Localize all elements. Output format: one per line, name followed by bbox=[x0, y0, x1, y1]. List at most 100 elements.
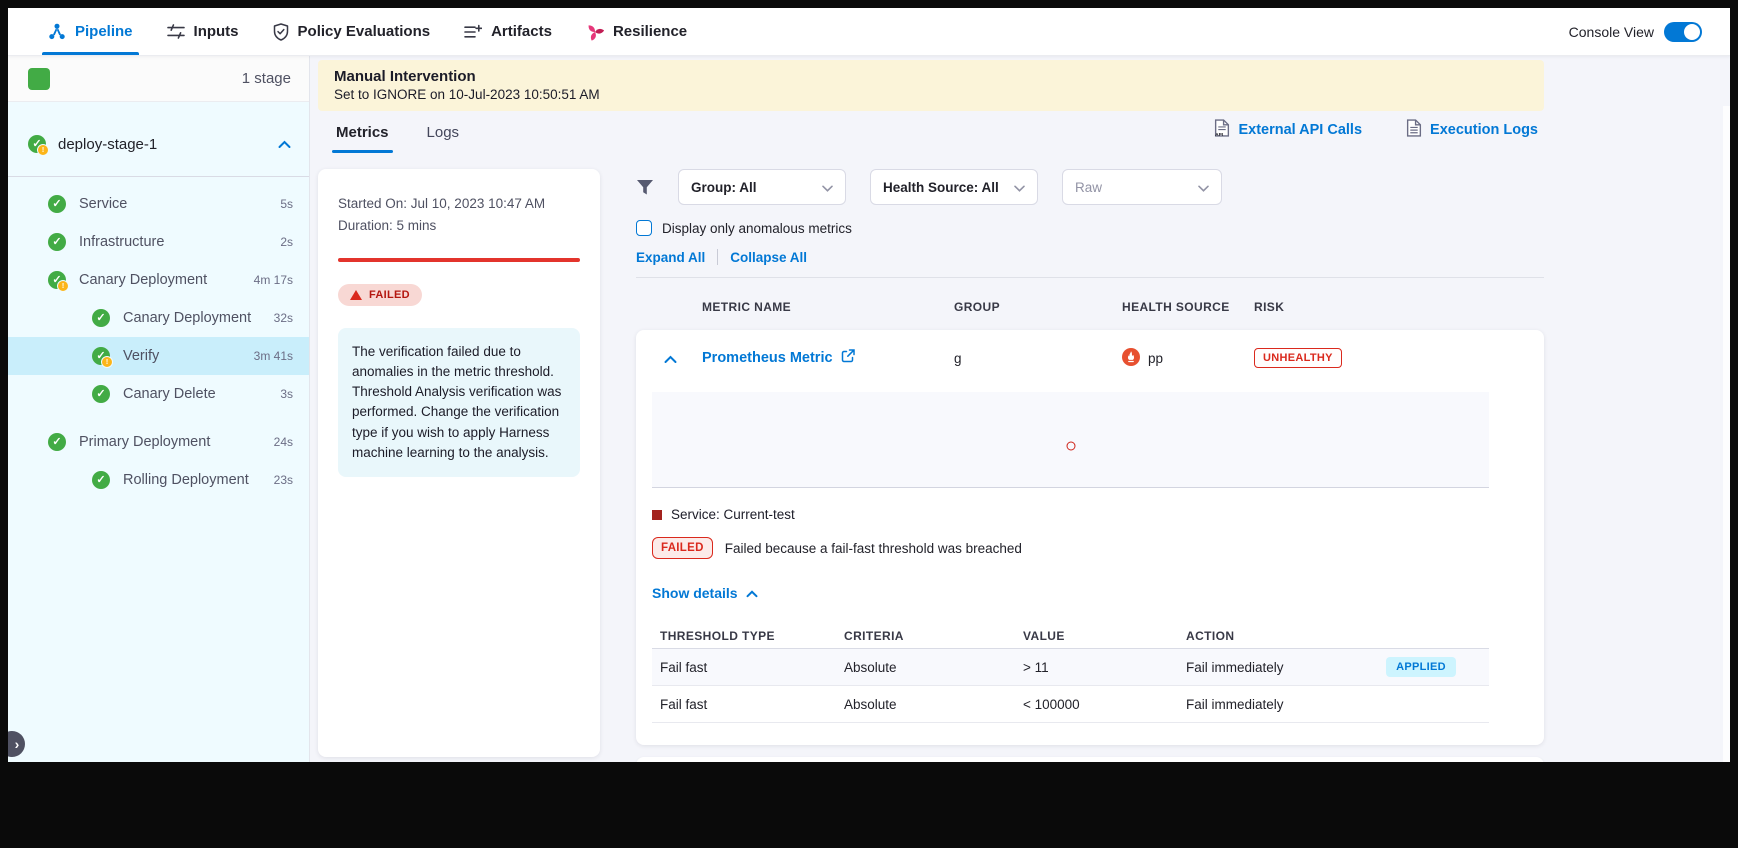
tab-inputs[interactable]: Inputs bbox=[167, 8, 239, 55]
execution-nav-tabs: Pipeline Inputs Policy Evaluations Artif… bbox=[48, 8, 687, 55]
stage-count-label: 1 stage bbox=[242, 70, 291, 87]
step-label: Service bbox=[79, 196, 127, 212]
app-window: Pipeline Inputs Policy Evaluations Artif… bbox=[8, 8, 1730, 762]
filter-row: Group: All Health Source: All bbox=[636, 169, 1544, 205]
started-on-label: Started On: Jul 10, 2023 10:47 AM bbox=[338, 193, 580, 215]
verification-message: The verification failed due to anomalies… bbox=[338, 328, 580, 478]
step-status-icon bbox=[92, 385, 110, 403]
manual-intervention-banner: Manual Intervention Set to IGNORE on 10-… bbox=[318, 60, 1544, 111]
stage-status-square[interactable] bbox=[28, 68, 50, 90]
collapse-all-link[interactable]: Collapse All bbox=[730, 250, 807, 265]
step-primary-deployment[interactable]: Primary Deployment 24s bbox=[8, 423, 309, 461]
step-label: Canary Deployment bbox=[79, 272, 207, 288]
chevron-up-icon[interactable] bbox=[278, 136, 291, 153]
tab-metrics[interactable]: Metrics bbox=[332, 124, 393, 153]
top-navigation-bar: Pipeline Inputs Policy Evaluations Artif… bbox=[8, 8, 1730, 56]
metric-detail: Service: Current-test FAILED Failed beca… bbox=[652, 392, 1489, 723]
step-canary-delete[interactable]: Canary Delete 3s bbox=[8, 375, 309, 413]
chevron-down-icon bbox=[1198, 180, 1209, 195]
execution-sidebar: 1 stage deploy-stage-1 Service 5s Infras bbox=[8, 56, 310, 762]
external-link-icon bbox=[841, 349, 855, 367]
vertical-scrollbar-track[interactable] bbox=[1723, 106, 1730, 762]
list-plus-icon bbox=[464, 24, 482, 40]
panel-divider bbox=[636, 277, 1544, 278]
failed-progress-bar bbox=[338, 258, 580, 262]
tab-policy-evaluations[interactable]: Policy Evaluations bbox=[273, 8, 431, 55]
step-status-icon bbox=[92, 347, 110, 365]
prometheus-icon bbox=[1122, 348, 1140, 369]
step-label: Primary Deployment bbox=[79, 434, 210, 450]
external-api-calls-link[interactable]: API External API Calls bbox=[1214, 119, 1362, 153]
chaos-resilience-icon bbox=[586, 23, 604, 41]
svg-text:API: API bbox=[1216, 132, 1225, 137]
tab-label: Policy Evaluations bbox=[298, 23, 431, 40]
step-canary-deployment[interactable]: Canary Deployment 32s bbox=[8, 299, 309, 337]
step-infrastructure[interactable]: Infrastructure 2s bbox=[8, 223, 309, 261]
vertical-divider bbox=[717, 249, 718, 265]
chevron-up-icon bbox=[746, 585, 758, 601]
anomalous-filter-row: Display only anomalous metrics bbox=[636, 220, 1544, 236]
metric-card-prometheus: Prometheus Metric g bbox=[636, 330, 1544, 745]
verification-summary-card: Started On: Jul 10, 2023 10:47 AM Durati… bbox=[318, 169, 600, 757]
console-view-toggle[interactable] bbox=[1664, 22, 1702, 42]
step-list: Service 5s Infrastructure 2s Canary Depl… bbox=[8, 185, 309, 499]
step-service[interactable]: Service 5s bbox=[8, 185, 309, 223]
stage-status-icon bbox=[28, 135, 46, 153]
filter-funnel-icon[interactable] bbox=[636, 179, 654, 196]
next-metric-card-partial bbox=[636, 757, 1544, 762]
chart-legend: Service: Current-test bbox=[652, 507, 1489, 522]
threshold-row: Fail fast Absolute > 11 Fail immediately… bbox=[652, 649, 1489, 686]
step-duration: 2s bbox=[280, 235, 293, 249]
tab-logs[interactable]: Logs bbox=[423, 124, 464, 153]
console-view-label: Console View bbox=[1569, 24, 1654, 40]
step-label: Canary Delete bbox=[123, 386, 216, 402]
tab-label: Inputs bbox=[194, 23, 239, 40]
tab-resilience[interactable]: Resilience bbox=[586, 8, 687, 55]
sidebar-collapse-button[interactable]: › bbox=[8, 731, 25, 757]
step-label: Canary Deployment bbox=[123, 310, 251, 326]
execution-logs-link[interactable]: Execution Logs bbox=[1406, 119, 1538, 153]
tab-label: Artifacts bbox=[491, 23, 552, 40]
chevron-down-icon bbox=[822, 180, 833, 195]
failed-outline-badge: FAILED bbox=[652, 537, 713, 559]
stage-name: deploy-stage-1 bbox=[58, 136, 157, 153]
inputs-icon bbox=[167, 24, 185, 39]
shield-check-icon bbox=[273, 23, 289, 41]
chevron-down-icon bbox=[1014, 180, 1025, 195]
sidebar-divider bbox=[8, 176, 309, 177]
threshold-table-header: THRESHOLD TYPE CRITERIA VALUE ACTION bbox=[652, 623, 1489, 649]
legend-label: Service: Current-test bbox=[671, 507, 795, 522]
anomalous-checkbox-label: Display only anomalous metrics bbox=[662, 221, 852, 236]
step-duration: 23s bbox=[274, 473, 293, 487]
step-canary-deployment-group[interactable]: Canary Deployment 4m 17s bbox=[8, 261, 309, 299]
metric-name-link[interactable]: Prometheus Metric bbox=[702, 349, 954, 367]
anomalous-data-point-marker[interactable] bbox=[1066, 442, 1075, 451]
metric-chart bbox=[652, 392, 1489, 488]
document-icon bbox=[1406, 119, 1422, 141]
step-duration: 4m 17s bbox=[254, 273, 293, 287]
warning-triangle-icon bbox=[350, 290, 362, 300]
group-filter-dropdown[interactable]: Group: All bbox=[678, 169, 846, 205]
health-source-filter-dropdown[interactable]: Health Source: All bbox=[870, 169, 1038, 205]
metrics-logs-tabbar: Metrics Logs API External API Calls Exec… bbox=[318, 111, 1544, 153]
main-content: Manual Intervention Set to IGNORE on 10-… bbox=[310, 56, 1730, 762]
tab-artifacts[interactable]: Artifacts bbox=[464, 8, 552, 55]
metrics-panel: Group: All Health Source: All bbox=[636, 169, 1544, 762]
step-duration: 3s bbox=[280, 387, 293, 401]
toggle-knob bbox=[1684, 24, 1700, 40]
tab-pipeline[interactable]: Pipeline bbox=[48, 8, 133, 55]
step-label: Rolling Deployment bbox=[123, 472, 249, 488]
anomalous-metrics-checkbox[interactable] bbox=[636, 220, 652, 236]
risk-badge-unhealthy: UNHEALTHY bbox=[1254, 348, 1342, 368]
api-document-icon: API bbox=[1214, 119, 1230, 141]
expand-all-link[interactable]: Expand All bbox=[636, 250, 705, 265]
chevron-up-icon[interactable] bbox=[664, 351, 677, 369]
step-verify[interactable]: Verify 3m 41s bbox=[8, 337, 309, 375]
stage-row-deploy-stage-1[interactable]: deploy-stage-1 bbox=[8, 124, 309, 164]
raw-transform-dropdown[interactable]: Raw bbox=[1062, 169, 1222, 205]
step-status-icon bbox=[48, 433, 66, 451]
duration-label: Duration: 5 mins bbox=[338, 215, 580, 237]
step-status-icon bbox=[48, 195, 66, 213]
step-rolling-deployment[interactable]: Rolling Deployment 23s bbox=[8, 461, 309, 499]
show-details-link[interactable]: Show details bbox=[652, 585, 1489, 601]
